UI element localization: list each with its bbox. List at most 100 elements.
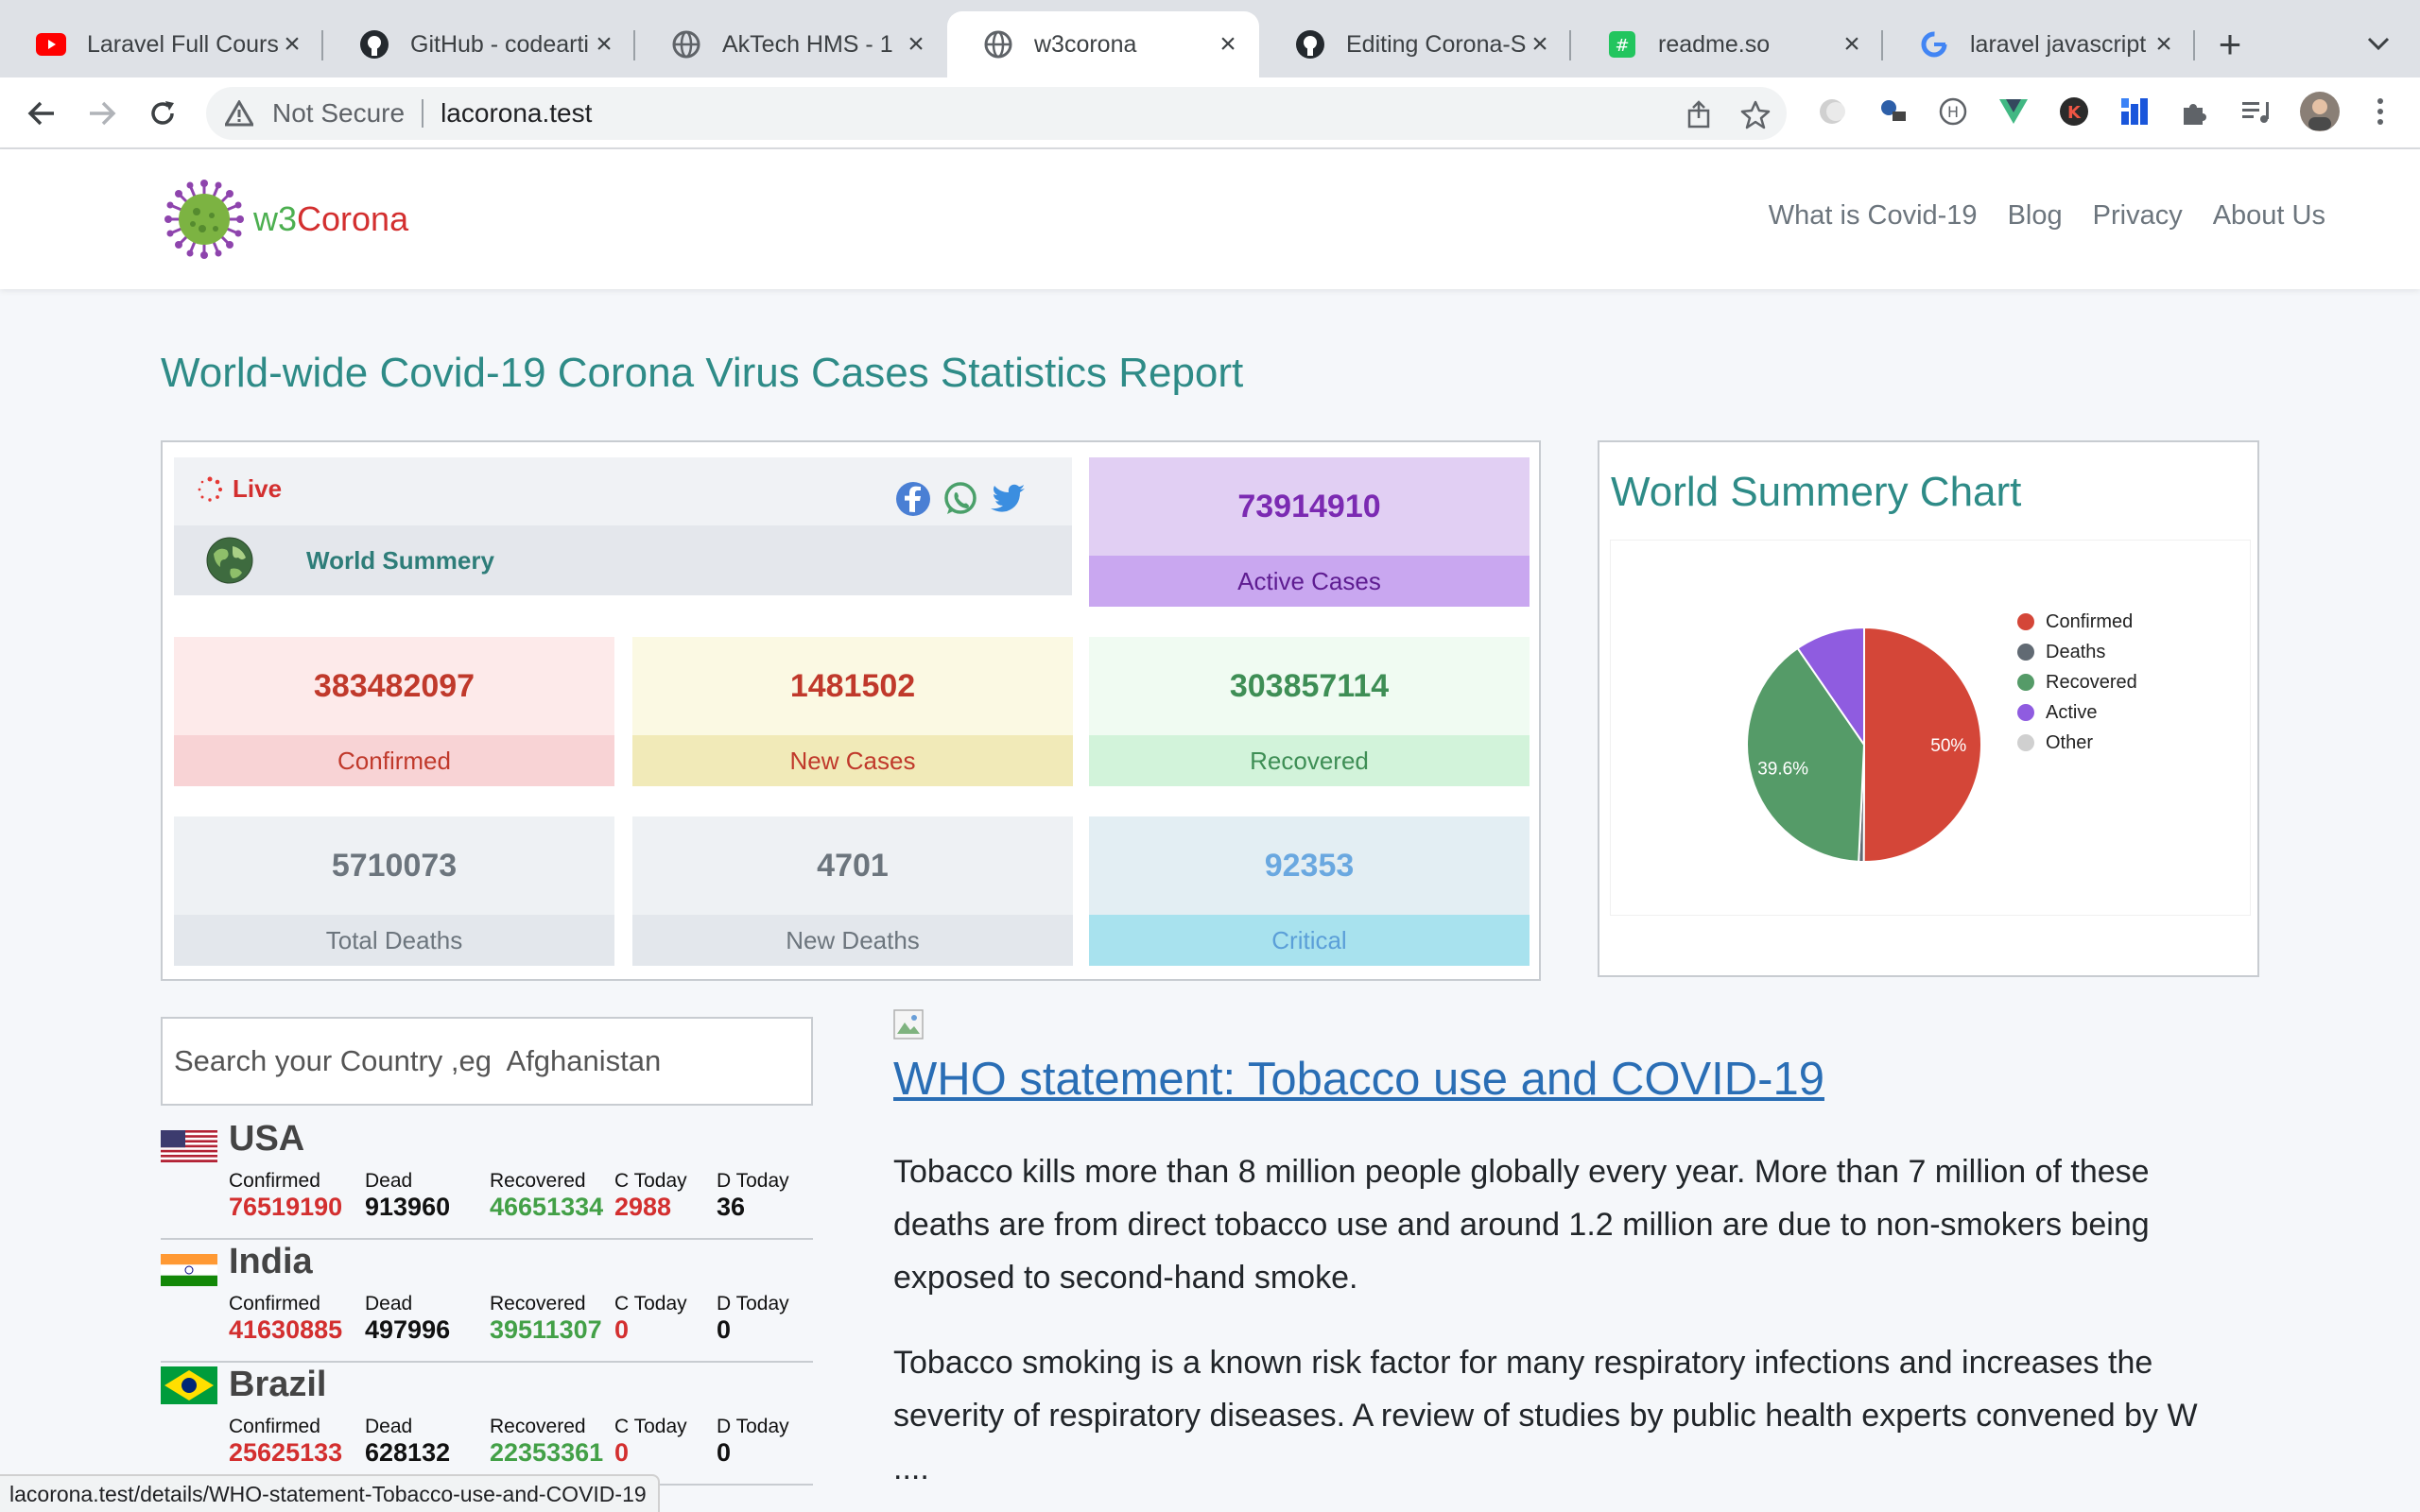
nav-link-privacy[interactable]: Privacy — [2093, 200, 2183, 232]
extension-icon[interactable]: K — [2057, 94, 2091, 129]
total-deaths-label: Total Deaths — [174, 915, 614, 966]
twitter-icon[interactable] — [989, 480, 1027, 518]
nav-link-about-us[interactable]: About Us — [2213, 200, 2325, 232]
main-nav: What is Covid-19 Blog Privacy About Us — [1769, 200, 2325, 232]
news-article-title-link[interactable]: WHO statement: Tobacco use and COVID-19 — [893, 1053, 1824, 1106]
media-playlist-icon[interactable] — [2238, 94, 2273, 129]
nav-link-what-is-covid[interactable]: What is Covid-19 — [1769, 200, 1978, 232]
d-today-count: 36 — [717, 1193, 746, 1221]
tab-close-icon[interactable]: × — [278, 28, 306, 60]
chart-canvas: 50% 39.6% Confirmed Deaths Recovered Active O… — [1611, 541, 2250, 915]
critical-label: Critical — [1089, 915, 1530, 966]
recovered-count: 39511307 — [490, 1315, 602, 1344]
browser-toolbar: Not Secure lacorona.test H K — [0, 77, 2420, 149]
legend-item-other[interactable]: Other — [2017, 728, 2137, 758]
world-summary-label: World Summery — [306, 545, 494, 575]
recovered-value: 303857114 — [1089, 637, 1530, 735]
legend-swatch — [2017, 644, 2034, 661]
country-search-input[interactable] — [161, 1017, 813, 1106]
legend-item-active[interactable]: Active — [2017, 697, 2137, 728]
world-summary-chart-panel: World Summery Chart 50% 39.6% Confirmed De… — [1598, 440, 2259, 977]
svg-text:#: # — [1615, 36, 1629, 56]
legend-label: Other — [2046, 731, 2094, 753]
browser-tab[interactable]: AkTech HMS - 1 × — [635, 11, 947, 77]
active-cases-label: Active Cases — [1089, 556, 1530, 607]
legend-label: Deaths — [2046, 641, 2106, 662]
world-summary-box: Live World Summery — [174, 457, 1072, 595]
browser-tab[interactable]: Laravel Full Cours × — [0, 11, 323, 77]
extension-icon[interactable] — [1876, 94, 1910, 129]
recovered-header: Recovered — [490, 1170, 586, 1192]
c-today-header: C Today — [614, 1170, 687, 1192]
menu-kebab-icon[interactable] — [2363, 94, 2397, 129]
tab-close-icon[interactable]: × — [902, 28, 930, 60]
d-today-header: D Today — [717, 1293, 789, 1314]
share-icon[interactable] — [1683, 98, 1715, 130]
facebook-icon[interactable] — [894, 480, 932, 518]
tab-close-icon[interactable]: × — [2150, 28, 2178, 60]
browser-tab[interactable]: GitHub - codearti × — [323, 11, 635, 77]
legend-item-confirmed[interactable]: Confirmed — [2017, 607, 2137, 637]
virus-logo-icon — [164, 180, 244, 259]
dead-count: 497996 — [365, 1315, 451, 1344]
warning-icon[interactable] — [225, 99, 257, 128]
legend-item-recovered[interactable]: Recovered — [2017, 667, 2137, 697]
c-today-header: C Today — [614, 1416, 687, 1437]
github-icon — [1295, 29, 1325, 60]
confirmed-header: Confirmed — [229, 1293, 320, 1314]
new-tab-icon[interactable]: + — [2208, 23, 2252, 66]
extension-icon[interactable] — [2118, 94, 2152, 129]
country-name: India — [229, 1242, 313, 1281]
url-text[interactable]: lacorona.test — [441, 98, 592, 129]
whatsapp-icon[interactable] — [942, 480, 979, 518]
legend-item-deaths[interactable]: Deaths — [2017, 637, 2137, 667]
tab-close-icon[interactable]: × — [1526, 28, 1554, 60]
browser-tab-bar: Laravel Full Cours × GitHub - codearti ×… — [0, 0, 2420, 77]
browser-tab-active[interactable]: w3corona × — [947, 11, 1259, 77]
avatar[interactable] — [2299, 91, 2341, 132]
d-today-count: 0 — [717, 1438, 732, 1467]
tab-close-icon[interactable]: × — [1214, 28, 1242, 60]
live-label: Live — [233, 474, 283, 503]
recovered-header: Recovered — [490, 1416, 586, 1437]
chevron-down-icon[interactable] — [2360, 25, 2397, 62]
new-cases-value: 1481502 — [632, 637, 1073, 735]
active-cases-value: 73914910 — [1089, 457, 1530, 556]
reload-icon[interactable] — [142, 93, 183, 134]
forward-arrow-icon[interactable] — [81, 93, 123, 134]
stat-card-total-deaths: 5710073 Total Deaths — [174, 816, 614, 966]
tab-title: GitHub - codearti — [410, 30, 589, 58]
puzzle-extensions-icon[interactable] — [2178, 94, 2212, 129]
extension-icon[interactable]: H — [1936, 94, 1970, 129]
youtube-icon — [36, 29, 66, 60]
bookmark-star-icon[interactable] — [1739, 98, 1772, 130]
nav-link-blog[interactable]: Blog — [2008, 200, 2063, 232]
back-arrow-icon[interactable] — [21, 93, 62, 134]
recovered-count: 22353361 — [490, 1438, 604, 1467]
github-icon — [359, 29, 389, 60]
security-label[interactable]: Not Secure — [272, 98, 405, 129]
new-deaths-value: 4701 — [632, 816, 1073, 915]
site-logo[interactable]: w3Corona — [164, 180, 408, 259]
tab-close-icon[interactable]: × — [590, 28, 618, 60]
brand-name[interactable]: w3Corona — [253, 199, 408, 239]
chart-title: World Summery Chart — [1611, 469, 2022, 515]
vue-devtools-icon[interactable] — [1996, 94, 2031, 129]
svg-text:K: K — [2067, 103, 2082, 123]
browser-tab[interactable]: # readme.so × — [1571, 11, 1883, 77]
country-row-india[interactable]: India Confirmed 41630885 Dead 497996 Recov… — [161, 1240, 813, 1363]
tab-close-icon[interactable]: × — [1838, 28, 1866, 60]
country-row-brazil[interactable]: Brazil Confirmed 25625133 Dead 628132 Reco… — [161, 1363, 813, 1486]
new-cases-label: New Cases — [632, 735, 1073, 786]
country-row-usa[interactable]: USA Confirmed 76519190 Dead 913960 Recover… — [161, 1117, 813, 1240]
globe-icon — [671, 29, 701, 60]
extension-icon[interactable] — [1815, 94, 1849, 129]
stat-card-active: 73914910 Active Cases — [1089, 457, 1530, 607]
broken-image-icon — [893, 1009, 924, 1040]
recovered-count: 46651334 — [490, 1193, 604, 1221]
address-bar[interactable]: Not Secure lacorona.test — [206, 87, 1787, 140]
browser-tab[interactable]: Editing Corona-St × — [1259, 11, 1571, 77]
browser-tab[interactable]: laravel javascript × — [1883, 11, 2195, 77]
total-deaths-value: 5710073 — [174, 816, 614, 915]
tab-title: laravel javascript — [1970, 30, 2147, 58]
